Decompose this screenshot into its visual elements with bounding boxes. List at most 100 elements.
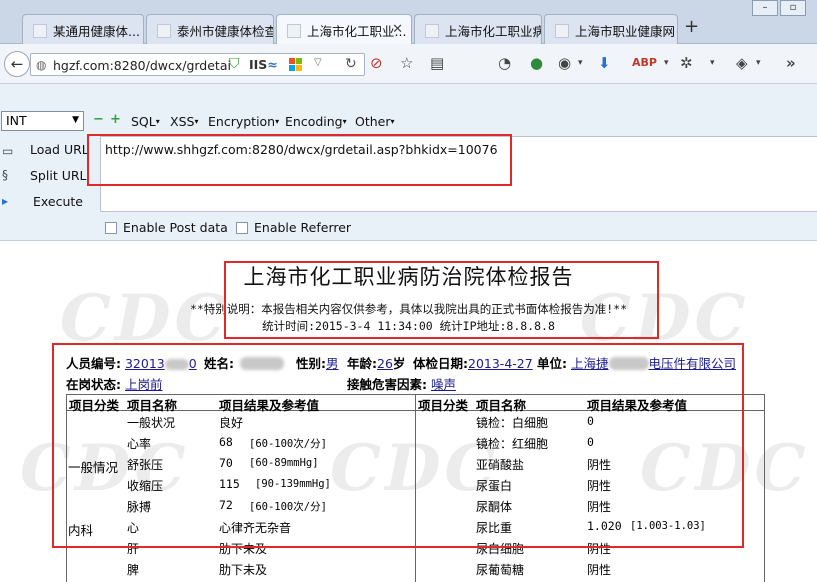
item-ref: [90-139mmHg] <box>255 478 331 490</box>
menu-sql[interactable]: SQL▾ <box>131 114 160 129</box>
header-item: 项目名称 <box>476 398 527 413</box>
item-ref: [60-100次/分] <box>249 501 327 513</box>
globe-icon: ◍ <box>36 58 47 72</box>
checkbox-box[interactable] <box>105 222 117 234</box>
report-stats: 统计时间:2015-3-4 11:34:00 统计IP地址:8.8.8.8 <box>262 319 555 333</box>
green-addon-icon[interactable]: ● <box>530 54 543 72</box>
redaction <box>240 357 284 370</box>
overflow-menu-icon[interactable]: » <box>786 54 796 72</box>
hackbar-type-select[interactable]: INT ▼ <box>1 111 84 131</box>
tab-1[interactable]: 某通用健康体... <box>22 14 144 44</box>
table-row: 尿葡萄糖 阴性 <box>416 561 764 582</box>
item-result: 阴性 <box>587 542 612 556</box>
split-icon: § <box>2 168 8 182</box>
unit-value[interactable]: 上海捷 <box>571 356 609 371</box>
item-name: 脉搏 <box>127 500 152 514</box>
table-row: 脾 肋下未及 <box>67 561 415 582</box>
maximize-icon[interactable]: ▫ <box>780 0 806 16</box>
table-header: 项目分类 项目名称 项目结果及参考值 <box>67 394 415 413</box>
palette-icon[interactable]: ◔ <box>498 54 511 72</box>
item-result: 肋下未及 <box>219 563 268 577</box>
windows-logo-icon[interactable] <box>289 58 303 72</box>
addon-gear-icon[interactable]: ◉ <box>558 54 571 72</box>
item-name: 脾 <box>127 563 140 577</box>
reading-list-icon[interactable]: ▤ <box>430 54 444 72</box>
report-note: **特别说明：本报告相关内容仅供参考，具体以我院出具的正式书面体检报告为准!** <box>189 302 628 316</box>
network-icon[interactable]: ◈ <box>736 54 748 72</box>
hackbar-url-textarea[interactable]: http://www.shhgzf.com:8280/dwcx/grdetail… <box>100 136 817 212</box>
load-icon: ▭ <box>2 144 14 158</box>
status-value[interactable]: 上岗前 <box>125 377 163 392</box>
bug-icon[interactable]: ✲ <box>680 54 693 72</box>
tab-2[interactable]: 泰州市健康体检查... <box>146 14 274 44</box>
execute-button[interactable]: Execute <box>33 194 83 209</box>
chevron-down-icon[interactable]: ▾ <box>578 58 583 68</box>
table-row: 尿蛋白 阴性 <box>416 477 764 498</box>
chevron-down-icon[interactable]: ▾ <box>710 58 715 68</box>
reload-icon[interactable]: ↻ <box>345 56 357 72</box>
item-result: 0 <box>587 435 594 449</box>
download-arrow-icon[interactable]: ⬇ <box>598 54 611 72</box>
table-row: 尿白细胞 阴性 <box>416 540 764 561</box>
tab-5[interactable]: 上海市职业健康网 <box>544 14 678 44</box>
hazard-label: 接触危害因素: <box>347 377 427 392</box>
url-text[interactable]: hgzf.com:8280/dwcx/grdetai <box>53 58 249 73</box>
enable-referrer-checkbox[interactable]: Enable Referrer <box>236 220 351 235</box>
hackbar-url-value[interactable]: http://www.shhgzf.com:8280/dwcx/grdetail… <box>105 142 498 157</box>
date-label: 体检日期: <box>413 356 468 371</box>
item-result: 0 <box>587 414 594 428</box>
iis-indicator[interactable]: IIS≈ <box>249 57 278 72</box>
item-name: 收缩压 <box>127 479 164 493</box>
tab-3-active[interactable]: 上海市化工职业... ✕ <box>276 14 412 45</box>
header-result: 项目结果及参考值 <box>219 398 320 413</box>
menu-xss[interactable]: XSS▾ <box>170 114 198 129</box>
date-value[interactable]: 2013-4-27 <box>468 356 533 371</box>
menu-label: Encryption <box>208 114 276 129</box>
sex-value[interactable]: 男 <box>326 356 339 371</box>
plus-icon[interactable]: + <box>110 113 121 126</box>
item-name: 一般状况 <box>127 416 176 430</box>
hackbar-panel: INT ▼ − + SQL▾ XSS▾ Encryption▾ Encoding… <box>0 84 817 241</box>
enable-post-checkbox[interactable]: Enable Post data <box>105 220 228 235</box>
tab-label: 泰州市健康体检查... <box>177 24 274 39</box>
dropdown-arrow-icon[interactable]: ▽ <box>314 57 322 68</box>
minimize-icon[interactable]: – <box>752 0 778 16</box>
load-url-button[interactable]: Load URL <box>30 142 89 157</box>
page-icon <box>157 24 171 38</box>
table-row: 尿比重 1.020 [1.003-1.03] <box>416 519 764 540</box>
chevron-down-icon[interactable]: ▾ <box>756 58 761 68</box>
shield-check-icon[interactable]: ⛉ <box>229 56 240 72</box>
age-label: 年龄: <box>347 356 377 371</box>
url-bar[interactable]: ◍ hgzf.com:8280/dwcx/grdetai ⛉ IIS≈ ▽ ↻ <box>30 53 365 76</box>
menu-other[interactable]: Other▾ <box>355 114 395 129</box>
item-name: 镜检：红细胞 <box>476 437 549 451</box>
bookmark-star-icon[interactable]: ☆ <box>400 54 413 72</box>
checkbox-label: Enable Post data <box>123 220 228 235</box>
item-result: 72 <box>219 498 233 512</box>
minus-icon[interactable]: − <box>93 113 104 126</box>
split-url-button[interactable]: Split URL <box>30 168 87 183</box>
item-name: 尿比重 <box>476 521 513 535</box>
header-category: 项目分类 <box>418 398 469 413</box>
chevron-down-icon[interactable]: ▾ <box>664 58 669 68</box>
menu-encryption[interactable]: Encryption▾ <box>208 114 279 129</box>
table-row: 一般状况 良好 <box>67 414 415 435</box>
adblock-icon[interactable]: ABP <box>632 56 657 69</box>
unit-value-tail[interactable]: 电压件有限公司 <box>649 356 737 371</box>
id-value[interactable]: 32013 <box>125 356 165 371</box>
tab-4[interactable]: 上海市化工职业病... <box>414 14 542 44</box>
hazard-value[interactable]: 噪声 <box>431 377 456 392</box>
back-arrow-icon[interactable]: ← <box>4 51 30 77</box>
item-name: 舒张压 <box>127 458 164 472</box>
id-value-tail[interactable]: 0 <box>189 356 197 371</box>
new-tab-button[interactable]: + <box>684 16 699 37</box>
menu-encoding[interactable]: Encoding▾ <box>285 114 347 129</box>
age-value[interactable]: 26 <box>377 356 393 371</box>
chevron-down-icon: ▼ <box>72 115 79 125</box>
exam-table-left: 项目分类 项目名称 项目结果及参考值 一般情况 内科 一般状况 良好 心率 68 [6… <box>66 394 416 582</box>
checkbox-box[interactable] <box>236 222 248 234</box>
block-icon[interactable]: ⊘ <box>370 54 383 72</box>
item-result: 阴性 <box>587 500 612 514</box>
report-title: 上海市化工职业病防治院体检报告 <box>243 265 574 289</box>
close-icon[interactable]: ✕ <box>392 22 403 37</box>
